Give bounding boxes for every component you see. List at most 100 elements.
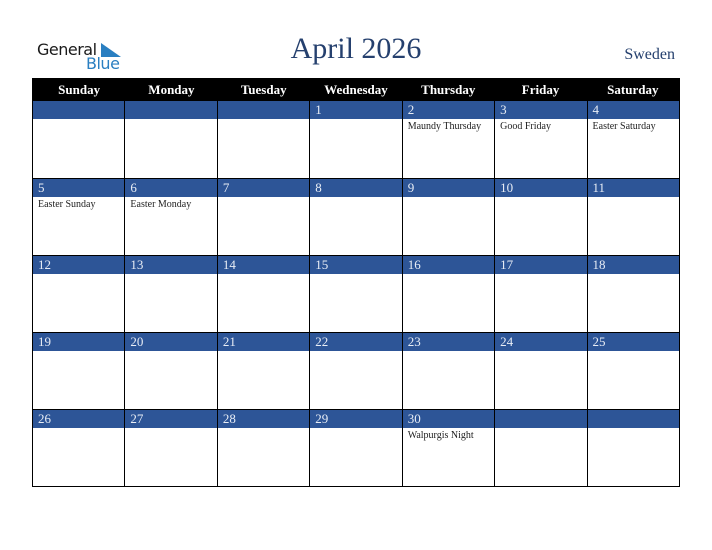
day-cell[interactable] [217,101,311,178]
day-cell[interactable]: 22 [310,332,403,409]
week-row: 26 27 28 29 30 Walpurgis Night [33,409,679,486]
day-cell[interactable]: 14 [217,255,311,332]
holiday-label [218,351,309,353]
day-number: 8 [310,179,402,197]
day-number: 9 [402,179,495,197]
holiday-label [218,119,309,121]
day-cell[interactable]: 21 [217,332,311,409]
holiday-label [310,351,401,353]
day-cell[interactable]: 27 [125,409,218,486]
holiday-label [125,428,216,430]
day-number: 10 [495,179,587,197]
holiday-label [125,274,216,276]
day-number: 1 [310,101,402,119]
week-row: 19 20 21 22 23 24 25 [33,332,679,409]
day-number: 14 [217,256,310,274]
holiday-label: Walpurgis Night [407,430,474,441]
day-number: 11 [587,179,679,197]
holiday-label [403,351,494,353]
day-cell[interactable]: 7 [217,178,311,255]
day-cell[interactable]: 28 [217,409,311,486]
day-number: 5 [33,179,125,197]
day-cell[interactable]: 29 [310,409,403,486]
weekday-friday: Friday [521,82,560,97]
week-row: 1 2 Maundy Thursday 3 Good Friday 4 Easter Sat… [33,101,679,178]
day-cell[interactable]: 6 Easter Monday [125,178,218,255]
day-cell[interactable]: 11 [587,178,679,255]
holiday-label [218,428,309,430]
day-number: 20 [125,333,217,351]
day-cell[interactable]: 24 [495,332,588,409]
day-cell[interactable]: 2 Maundy Thursday [402,101,496,178]
holiday-label [495,351,586,353]
country-label: Sweden [624,46,675,63]
day-number: 29 [310,410,402,428]
holiday-label [33,119,124,121]
day-number: 2 [402,101,495,119]
day-number [495,410,587,428]
weekday-header: Sunday Monday Tuesday Wednesday Thursday… [33,78,679,101]
weekday-tuesday: Tuesday [240,82,287,97]
day-number: 27 [125,410,217,428]
day-cell[interactable]: 3 Good Friday [495,101,588,178]
week-row: 5 Easter Sunday 6 Easter Monday 7 8 9 10 11 [33,178,679,255]
day-cell[interactable]: 20 [125,332,218,409]
week-row: 12 13 14 15 16 17 18 [33,255,679,332]
day-number: 25 [587,333,679,351]
day-number: 18 [587,256,679,274]
day-number: 19 [33,333,125,351]
day-number: 12 [33,256,125,274]
holiday-label [33,428,124,430]
holiday-label [403,274,494,276]
day-number: 17 [495,256,587,274]
day-number: 13 [125,256,217,274]
day-cell[interactable]: 18 [587,255,679,332]
day-cell[interactable]: 15 [310,255,403,332]
holiday-label [588,274,679,276]
holiday-label [310,428,401,430]
day-cell[interactable]: 12 [33,255,126,332]
weekday-thursday: Thursday [421,82,476,97]
day-cell[interactable]: 10 [495,178,588,255]
day-cell[interactable]: 8 [310,178,403,255]
holiday-label [495,274,586,276]
holiday-label [33,351,124,353]
day-cell[interactable] [495,409,588,486]
day-number: 16 [402,256,495,274]
weekday-sunday: Sunday [58,82,101,97]
day-cell[interactable]: 23 [402,332,496,409]
day-cell[interactable]: 30 Walpurgis Night [402,409,496,486]
day-cell[interactable] [587,409,679,486]
holiday-label [588,197,679,199]
day-cell[interactable]: 19 [33,332,126,409]
holiday-label: Easter Monday [130,199,192,210]
day-number: 26 [33,410,125,428]
holiday-label [495,197,586,199]
day-number: 6 [125,179,217,197]
day-cell[interactable]: 9 [402,178,496,255]
day-number: 23 [402,333,495,351]
day-cell[interactable]: 26 [33,409,126,486]
day-cell[interactable]: 13 [125,255,218,332]
day-number: 15 [310,256,402,274]
holiday-label: Maundy Thursday [407,121,482,132]
day-cell[interactable]: 16 [402,255,496,332]
holiday-label [218,274,309,276]
holiday-label: Easter Sunday [38,199,96,210]
day-number: 3 [495,101,587,119]
day-number: 24 [495,333,587,351]
day-cell[interactable]: 5 Easter Sunday [33,178,126,255]
holiday-label: Easter Saturday [592,121,656,132]
day-cell[interactable] [125,101,218,178]
day-cell[interactable]: 4 Easter Saturday [587,101,679,178]
day-number [125,101,217,119]
day-cell[interactable]: 1 [310,101,403,178]
calendar-grid: Sunday Monday Tuesday Wednesday Thursday… [32,78,680,487]
day-number: 21 [217,333,310,351]
holiday-label [310,197,401,199]
holiday-label [588,428,679,430]
day-cell[interactable]: 17 [495,255,588,332]
day-cell[interactable] [33,101,126,178]
day-cell[interactable]: 25 [587,332,679,409]
day-number: 7 [217,179,310,197]
